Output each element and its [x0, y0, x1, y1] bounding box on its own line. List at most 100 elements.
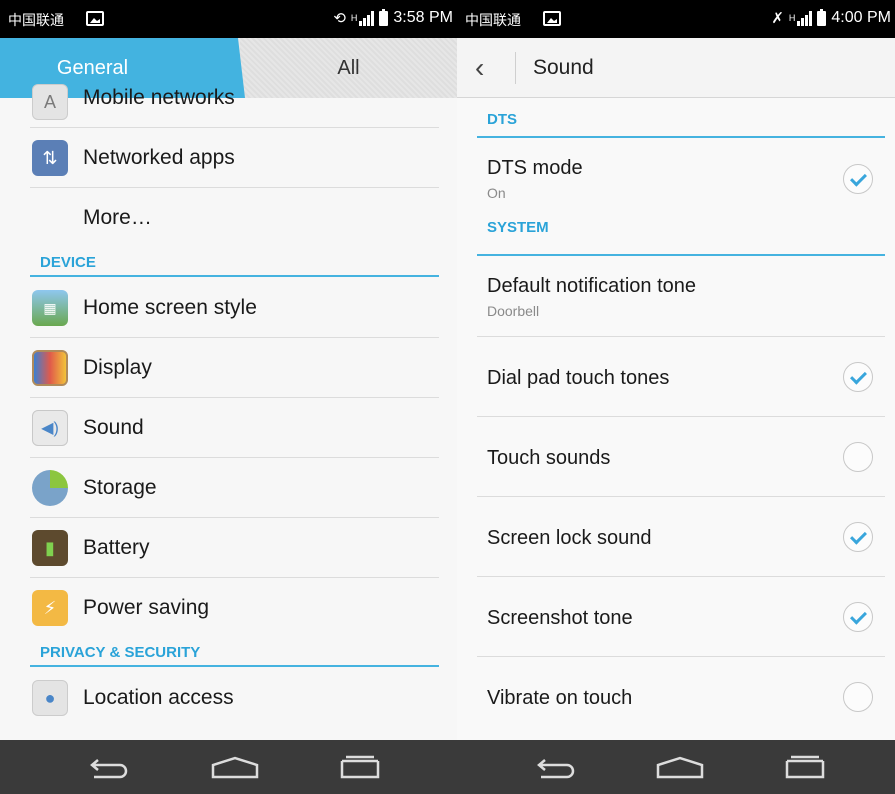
- status-icons: ✗ H 4:00 PM: [771, 8, 891, 27]
- settings-screen: 中国联通 ⟲ H 3:58 PM All General A Mobile ne…: [0, 0, 457, 794]
- settings-item-battery[interactable]: ▮ Battery: [0, 518, 457, 578]
- nav-back-icon[interactable]: [535, 755, 579, 779]
- display-icon: [32, 350, 68, 386]
- image-notification-icon: [86, 11, 104, 26]
- setting-label: DTS mode: [487, 157, 583, 179]
- mute-icon: ✗: [771, 10, 784, 27]
- section-title: SYSTEM: [487, 219, 549, 236]
- nav-back-icon[interactable]: [88, 755, 132, 779]
- section-privacy-security: PRIVACY & SECURITY: [0, 638, 457, 668]
- setting-dial-pad-touch-tones[interactable]: Dial pad touch tones: [457, 337, 895, 417]
- section-divider: [477, 254, 885, 256]
- settings-item-mobile-networks[interactable]: A Mobile networks: [0, 84, 457, 128]
- section-title: PRIVACY & SECURITY: [40, 644, 201, 661]
- power-saving-icon: ⚡: [32, 590, 68, 626]
- screen-lock-sound-checkbox[interactable]: [843, 522, 873, 552]
- divider: [515, 52, 516, 84]
- back-chevron-icon[interactable]: ‹: [475, 52, 484, 84]
- nav-home-icon[interactable]: [210, 755, 260, 779]
- setting-default-notification-tone[interactable]: Default notification tone Doorbell: [457, 257, 895, 337]
- setting-vibrate-on-touch[interactable]: Vibrate on touch: [457, 657, 895, 737]
- section-title: DTS: [487, 111, 517, 128]
- settings-item-networked-apps[interactable]: ⇅ Networked apps: [0, 128, 457, 188]
- status-icons: ⟲ H 3:58 PM: [333, 8, 453, 27]
- setting-label: Vibrate on touch: [487, 687, 633, 709]
- vibrate-icon: ⟲: [333, 10, 346, 27]
- setting-value: Doorbell: [487, 303, 540, 319]
- settings-item-label: Power saving: [83, 596, 210, 619]
- signal-icon: [797, 10, 813, 26]
- setting-label: Default notification tone: [487, 275, 697, 297]
- touch-sounds-checkbox[interactable]: [843, 442, 873, 472]
- section-divider: [30, 275, 439, 277]
- battery-status-icon: [817, 8, 827, 26]
- dts-mode-checkbox[interactable]: [843, 164, 873, 194]
- setting-screenshot-tone[interactable]: Screenshot tone: [457, 577, 895, 657]
- section-dts: DTS: [457, 99, 895, 139]
- nav-recent-apps-icon[interactable]: [783, 755, 827, 779]
- antenna-icon: A: [32, 84, 68, 120]
- settings-item-display[interactable]: Display: [0, 338, 457, 398]
- settings-item-label: Home screen style: [83, 296, 257, 319]
- settings-item-storage[interactable]: Storage: [0, 458, 457, 518]
- sound-settings-list: DTS DTS mode On SYSTEM Default notificat…: [457, 99, 895, 737]
- settings-item-label: Location access: [83, 686, 234, 709]
- screenshot-tone-checkbox[interactable]: [843, 602, 873, 632]
- settings-item-sound[interactable]: ◀) Sound: [0, 398, 457, 458]
- settings-item-label: Networked apps: [83, 146, 235, 169]
- setting-label: Touch sounds: [487, 447, 611, 469]
- vibrate-on-touch-checkbox[interactable]: [843, 682, 873, 712]
- nav-recent-apps-icon[interactable]: [338, 755, 382, 779]
- navigation-bar: [0, 740, 457, 794]
- settings-item-label: Storage: [83, 476, 157, 499]
- nav-home-icon[interactable]: [655, 755, 705, 779]
- settings-item-label: Sound: [83, 416, 144, 439]
- status-time: 4:00 PM: [831, 9, 891, 26]
- carrier-name: 中国联通: [8, 13, 64, 29]
- settings-item-more[interactable]: More…: [0, 188, 457, 248]
- location-pin-icon: ●: [32, 680, 68, 716]
- section-system: SYSTEM: [457, 219, 895, 257]
- home-screen-icon: ▦: [32, 290, 68, 326]
- settings-list: A Mobile networks ⇅ Networked apps More……: [0, 84, 457, 728]
- carrier-name: 中国联通: [465, 13, 521, 29]
- status-bar: 中国联通 ✗ H 4:00 PM: [457, 0, 895, 38]
- battery-status-icon: [379, 8, 389, 26]
- navigation-bar: [457, 740, 895, 794]
- setting-value: On: [487, 185, 506, 201]
- status-bar: 中国联通 ⟲ H 3:58 PM: [0, 0, 457, 38]
- setting-label: Screen lock sound: [487, 527, 652, 549]
- setting-dts-mode[interactable]: DTS mode On: [457, 139, 895, 219]
- settings-item-label: Display: [83, 356, 152, 379]
- tab-all[interactable]: All: [240, 38, 457, 98]
- section-divider: [30, 665, 439, 667]
- settings-item-home-screen-style[interactable]: ▦ Home screen style: [0, 278, 457, 338]
- page-title: Sound: [533, 56, 594, 79]
- settings-item-location-access[interactable]: ● Location access: [0, 668, 457, 728]
- network-type-icon: H: [788, 12, 796, 23]
- status-time: 3:58 PM: [393, 9, 453, 26]
- setting-screen-lock-sound[interactable]: Screen lock sound: [457, 497, 895, 577]
- section-title: DEVICE: [40, 254, 96, 271]
- setting-label: Dial pad touch tones: [487, 367, 670, 389]
- section-divider: [477, 136, 885, 138]
- section-device: DEVICE: [0, 248, 457, 278]
- setting-touch-sounds[interactable]: Touch sounds: [457, 417, 895, 497]
- tab-all-label: All: [337, 56, 360, 79]
- setting-label: Screenshot tone: [487, 607, 633, 629]
- battery-icon: ▮: [32, 530, 68, 566]
- image-notification-icon: [543, 11, 561, 26]
- settings-item-label: Mobile networks: [83, 86, 235, 109]
- tab-general-label: General: [56, 56, 129, 79]
- dial-pad-touch-tones-checkbox[interactable]: [843, 362, 873, 392]
- signal-icon: [359, 10, 375, 26]
- settings-item-label: More…: [83, 206, 152, 229]
- action-bar: ‹ Sound: [457, 38, 895, 98]
- settings-item-power-saving[interactable]: ⚡ Power saving: [0, 578, 457, 638]
- network-apps-icon: ⇅: [32, 140, 68, 176]
- storage-pie-icon: [32, 470, 68, 506]
- sound-settings-screen: 中国联通 ✗ H 4:00 PM ‹ Sound DTS DTS mode On…: [457, 0, 895, 794]
- network-type-icon: H: [350, 12, 358, 23]
- speaker-icon: ◀): [32, 410, 68, 446]
- settings-item-label: Battery: [83, 536, 150, 559]
